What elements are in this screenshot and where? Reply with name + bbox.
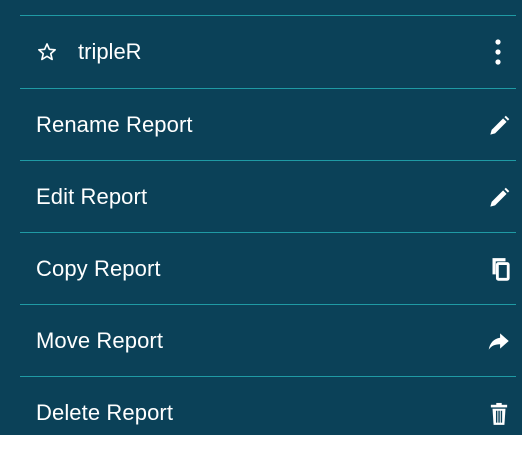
report-title-row: tripleR: [0, 16, 522, 88]
pencil-icon: [490, 187, 510, 207]
delete-report-label: Delete Report: [36, 400, 174, 425]
rename-report-label: Rename Report: [36, 112, 193, 137]
move-report-item[interactable]: Move Report: [0, 305, 522, 377]
copy-report-label: Copy Report: [36, 256, 161, 281]
trash-icon: [490, 402, 508, 425]
more-vertical-icon[interactable]: [490, 37, 506, 67]
report-context-menu: tripleR Rename Report Edit Report Copy R…: [0, 0, 522, 435]
star-outline-icon[interactable]: [36, 41, 58, 63]
rename-report-item[interactable]: Rename Report: [0, 89, 522, 161]
report-title: tripleR: [78, 39, 142, 64]
pencil-icon: [490, 115, 510, 135]
edit-report-item[interactable]: Edit Report: [0, 161, 522, 233]
delete-report-item[interactable]: Delete Report: [0, 377, 522, 449]
move-report-label: Move Report: [36, 328, 164, 353]
menu-top-edge: [0, 0, 522, 14]
copy-icon: [492, 258, 510, 281]
copy-report-item[interactable]: Copy Report: [0, 233, 522, 305]
arrow-right-icon: [488, 333, 509, 350]
edit-report-label: Edit Report: [36, 184, 148, 209]
